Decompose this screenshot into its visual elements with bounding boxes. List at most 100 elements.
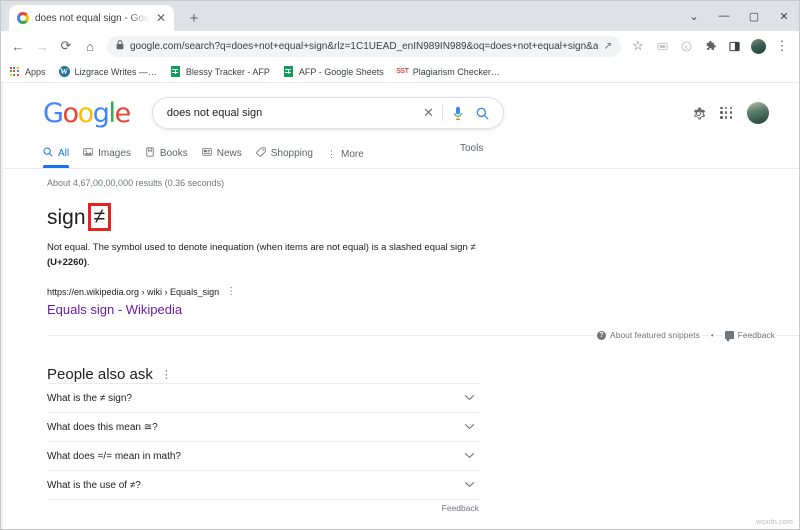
logo-letter: o [78, 98, 93, 129]
puzzle-icon[interactable] [699, 35, 721, 57]
paa-menu-icon[interactable]: ⋮ [161, 368, 172, 381]
smallseotools-icon: SST [397, 66, 408, 77]
chevron-down-icon[interactable] [464, 393, 479, 403]
tab-news[interactable]: News [202, 147, 256, 168]
paa-question-text: What is the use of ≠? [47, 480, 141, 491]
featured-snippet-heading: sign ≠ [47, 203, 799, 231]
back-icon[interactable]: ← [7, 35, 29, 57]
separator-dot: • [709, 331, 716, 340]
tab-books[interactable]: Books [145, 147, 202, 168]
tab-title: does not equal sign - Google Se [35, 13, 150, 24]
featured-snippet-body: Not equal. The symbol used to denote ine… [47, 241, 477, 270]
about-featured-snippets-link[interactable]: ? About featured snippets [595, 330, 702, 340]
tab-images[interactable]: Images [83, 147, 145, 168]
tab-label: Shopping [271, 148, 313, 159]
avatar[interactable] [747, 102, 769, 124]
google-logo[interactable]: Google [43, 100, 130, 127]
paa-question[interactable]: What does =/= mean in math? [47, 441, 479, 470]
tab-label: All [58, 148, 69, 159]
chevron-down-icon[interactable] [464, 451, 479, 461]
browser-tab[interactable]: does not equal sign - Google Se ✕ [9, 5, 174, 31]
question-mark-icon: ? [597, 331, 606, 340]
home-icon[interactable]: ⌂ [79, 35, 101, 57]
forward-icon[interactable]: → [31, 35, 53, 57]
reload-icon[interactable]: ⟳ [55, 35, 77, 57]
browser-toolbar: ← → ⟳ ⌂ google.com/search?q=does+not+equ… [1, 31, 799, 61]
new-tab-button[interactable]: + [182, 6, 206, 30]
tab-more[interactable]: ⋮ More [327, 149, 378, 168]
microphone-icon[interactable] [443, 106, 473, 121]
bookmark-label: Blessy Tracker - AFP [186, 67, 270, 77]
feedback-label: Feedback [738, 330, 775, 340]
wordpress-icon: W [59, 66, 70, 77]
chevron-down-icon[interactable]: ⌄ [679, 1, 709, 31]
extension-badge-icon[interactable]: K [675, 35, 697, 57]
more-dots-icon: ⋮ [327, 150, 336, 159]
bookmark-label: AFP - Google Sheets [299, 67, 384, 77]
window-controls: ⌄ — ▢ ✕ [679, 1, 799, 31]
tab-label: Books [160, 148, 188, 159]
google-sheets-icon [170, 66, 181, 77]
svg-text:K: K [684, 44, 689, 51]
logo-letter: g [93, 98, 109, 129]
tab-all[interactable]: All [43, 147, 83, 168]
chevron-down-icon[interactable] [464, 480, 479, 490]
close-icon[interactable]: ✕ [156, 12, 166, 24]
snippet-text: Not equal. The symbol used to denote ine… [47, 242, 476, 253]
bookmark-afp-sheets[interactable]: AFP - Google Sheets [283, 66, 384, 77]
tab-label: More [341, 149, 364, 160]
bookmark-label: Plagiarism Checker… [413, 67, 500, 77]
share-icon[interactable]: ↗ [604, 41, 612, 52]
google-apps-icon[interactable] [720, 107, 733, 120]
tab-shopping[interactable]: Shopping [256, 147, 327, 168]
close-window-button[interactable]: ✕ [769, 1, 799, 31]
bookmark-lizgrace[interactable]: W Lizgrace Writes —… [59, 66, 157, 77]
paa-feedback-link[interactable]: Feedback [47, 499, 479, 513]
search-input[interactable] [167, 107, 415, 119]
avatar[interactable] [747, 35, 769, 57]
clear-search-icon[interactable]: ✕ [415, 105, 442, 121]
maximize-button[interactable]: ▢ [739, 1, 769, 31]
paa-question[interactable]: What does this mean ≅? [47, 412, 479, 441]
heading-prefix: sign [47, 207, 86, 228]
result-title-link[interactable]: Equals sign - Wikipedia [47, 302, 799, 317]
bookmark-apps[interactable]: Apps [9, 66, 46, 77]
bookmark-plagiarism-checker[interactable]: SST Plagiarism Checker… [397, 66, 500, 77]
search-icon[interactable] [473, 107, 489, 120]
chevron-down-icon[interactable] [464, 422, 479, 432]
result-stats: About 4,67,00,00,000 results (0.36 secon… [47, 178, 799, 188]
tab-label: Images [98, 148, 131, 159]
tools-button[interactable]: Tools [451, 139, 492, 158]
minimize-button[interactable]: — [709, 1, 739, 31]
google-header: Google ✕ [1, 83, 799, 129]
tab-strip: does not equal sign - Google Se ✕ + ⌄ — … [1, 1, 799, 31]
bookmark-star-icon[interactable]: ☆ [627, 35, 649, 57]
bookmark-blessy-tracker[interactable]: Blessy Tracker - AFP [170, 66, 270, 77]
browser-menu-icon[interactable]: ⋮ [771, 35, 793, 57]
paa-title: People also ask [47, 366, 153, 383]
logo-letter: G [43, 98, 63, 129]
sidepanel-icon[interactable] [723, 35, 745, 57]
result-breadcrumb[interactable]: https://en.wikipedia.org › wiki › Equals… [47, 286, 799, 297]
paa-question[interactable]: What is the use of ≠? [47, 470, 479, 499]
search-box[interactable]: ✕ [152, 97, 504, 129]
browser-window: does not equal sign - Google Se ✕ + ⌄ — … [0, 0, 800, 530]
gear-icon[interactable] [691, 106, 706, 121]
active-tab-underline [43, 165, 69, 168]
breadcrumb-text: https://en.wikipedia.org › wiki › Equals… [47, 287, 219, 297]
paa-question-text: What does =/= mean in math? [47, 451, 181, 462]
media-icon[interactable] [651, 35, 673, 57]
snippet-feedback-link[interactable]: Feedback [723, 330, 777, 340]
paa-question[interactable]: What is the ≠ sign? [47, 383, 479, 412]
result-menu-icon[interactable]: ⋮ [226, 286, 236, 297]
highlighted-symbol: ≠ [88, 203, 112, 231]
tag-icon [256, 147, 266, 160]
address-bar[interactable]: google.com/search?q=does+not+equal+sign&… [107, 36, 621, 57]
bookmark-label: Lizgrace Writes —… [75, 67, 157, 77]
url-text: google.com/search?q=does+not+equal+sign&… [130, 41, 598, 52]
bookmarks-bar: Apps W Lizgrace Writes —… Blessy Tracker… [1, 61, 799, 83]
nav-divider [1, 168, 799, 169]
paa-question-text: What is the ≠ sign? [47, 393, 132, 404]
logo-letter: o [63, 98, 78, 129]
google-header-actions [691, 102, 799, 124]
